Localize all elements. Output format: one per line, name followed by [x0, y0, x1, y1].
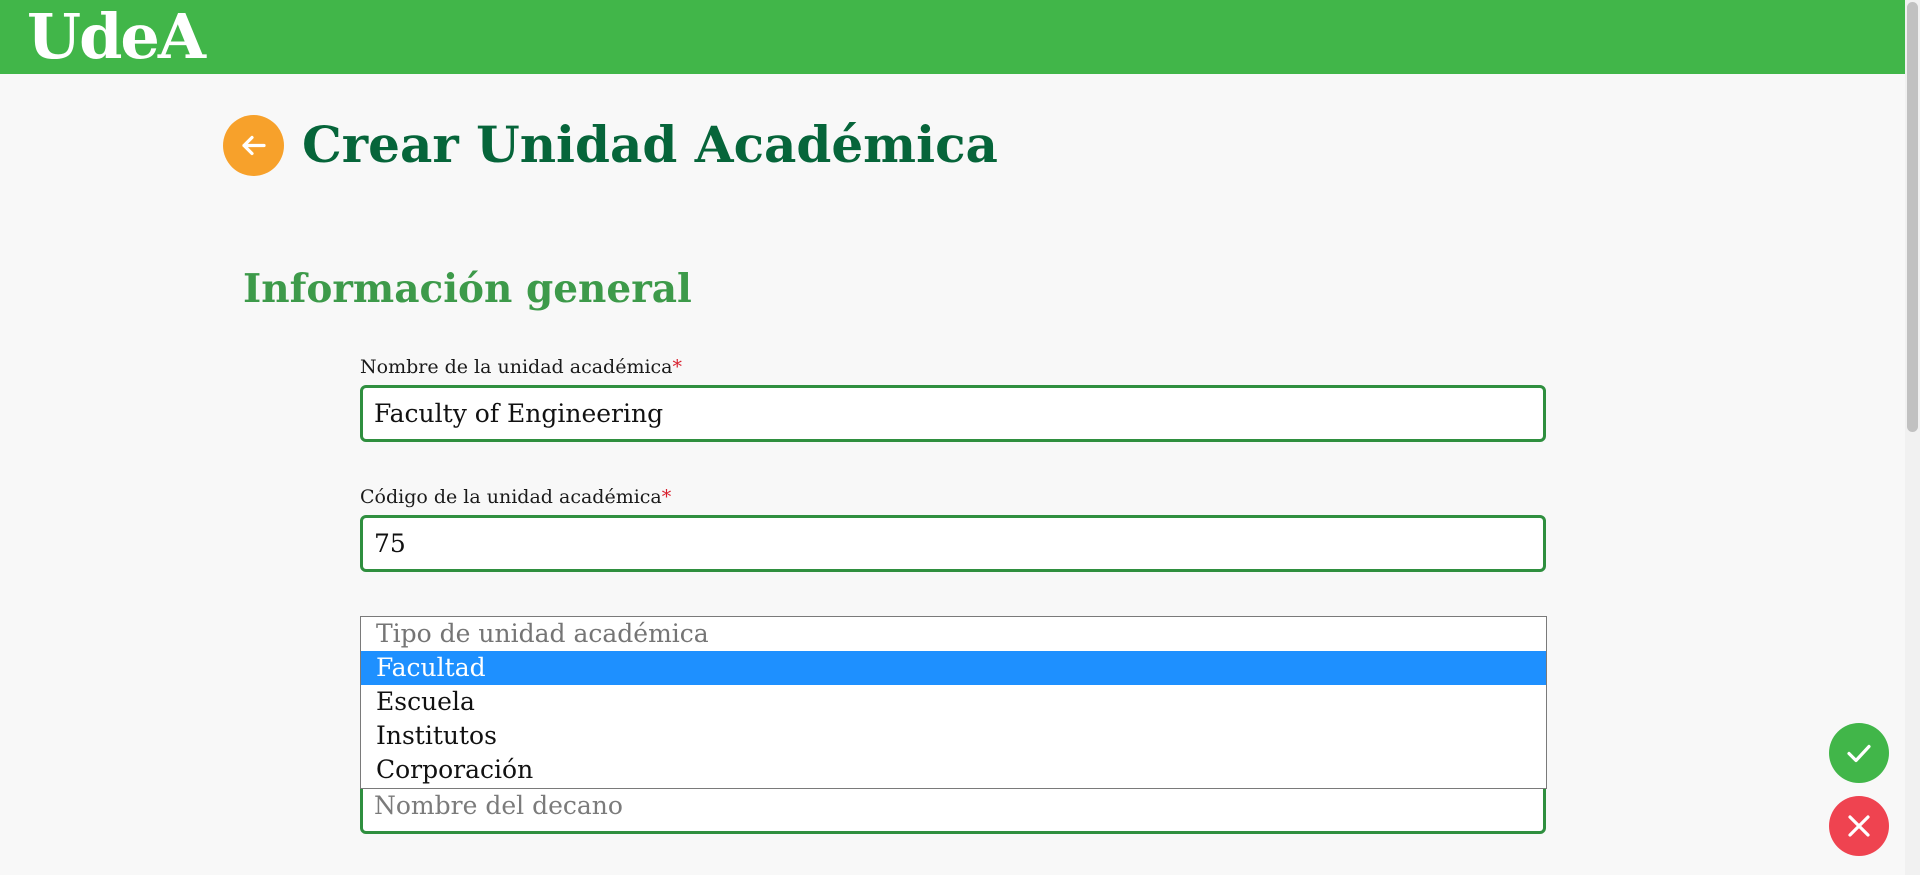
page-title: Crear Unidad Académica [302, 115, 998, 174]
close-icon [1848, 815, 1870, 837]
top-header: UdeA [0, 0, 1905, 74]
check-icon [1847, 744, 1871, 763]
codigo-input[interactable] [360, 515, 1546, 572]
codigo-label: Código de la unidad académica* [360, 485, 671, 509]
cancel-button[interactable] [1829, 796, 1889, 856]
back-button[interactable] [223, 115, 284, 176]
nombre-label: Nombre de la unidad académica* [360, 355, 682, 379]
dropdown-option-corporacion[interactable]: Corporación [361, 753, 1546, 787]
scrollbar-thumb[interactable] [1907, 2, 1918, 432]
udea-logo[interactable]: UdeA [27, 2, 206, 72]
dropdown-option-escuela[interactable]: Escuela [361, 685, 1546, 719]
section-title: Información general [243, 266, 692, 312]
scrollbar[interactable] [1905, 0, 1920, 875]
tipo-dropdown[interactable]: Tipo de unidad académica Facultad Escuel… [360, 616, 1547, 789]
required-mark: * [661, 486, 672, 508]
dropdown-option-facultad[interactable]: Facultad [361, 651, 1546, 685]
dropdown-placeholder: Tipo de unidad académica [376, 619, 709, 648]
nombre-label-text: Nombre de la unidad académica [360, 356, 673, 378]
arrow-left-icon [242, 135, 266, 156]
confirm-button[interactable] [1829, 723, 1889, 783]
nombre-input[interactable] [360, 385, 1546, 442]
dropdown-option-institutos[interactable]: Institutos [361, 719, 1546, 753]
codigo-label-text: Código de la unidad académica [360, 486, 662, 508]
required-mark: * [672, 356, 683, 378]
